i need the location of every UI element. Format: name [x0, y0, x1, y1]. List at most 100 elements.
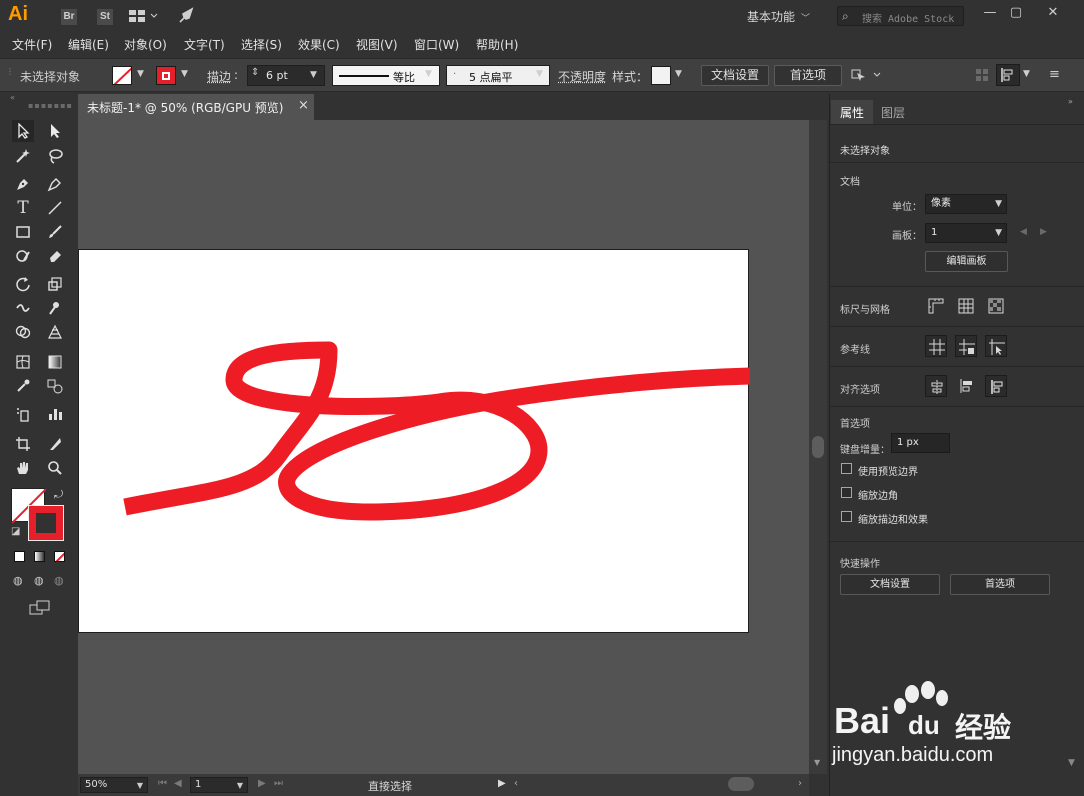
draw-normal-icon[interactable]: ◍: [13, 574, 23, 587]
lasso-tool-icon[interactable]: [44, 145, 66, 167]
preferences-button[interactable]: 首选项: [774, 65, 842, 86]
eraser-tool-icon[interactable]: [44, 245, 66, 267]
none-mode-icon[interactable]: [54, 551, 65, 562]
blend-tool-icon[interactable]: [44, 375, 66, 397]
variable-width-profile[interactable]: 等比: [332, 65, 440, 86]
use-preview-bounds-checkbox[interactable]: [841, 463, 852, 474]
menu-object[interactable]: 对象(O): [124, 36, 167, 53]
chevron-down-icon[interactable]: ▼: [675, 69, 682, 79]
eyedropper-tool-icon[interactable]: [12, 375, 34, 397]
menu-view[interactable]: 视图(V): [356, 36, 398, 53]
last-artboard-icon[interactable]: ⏭: [274, 778, 283, 789]
artboard-select[interactable]: 1 ▼: [925, 223, 1007, 243]
tab-layers[interactable]: 图层: [872, 100, 914, 124]
chevron-down-icon[interactable]: ▼: [137, 69, 144, 79]
edit-artboards-button[interactable]: 编辑画板: [925, 251, 1008, 272]
shaper-tool-icon[interactable]: [12, 245, 34, 267]
smart-guides-icon[interactable]: [985, 335, 1007, 357]
canvas-area[interactable]: [78, 120, 809, 774]
close-icon[interactable]: ✕: [1039, 4, 1067, 22]
bridge-icon[interactable]: Br: [61, 9, 77, 25]
graphic-style-swatch[interactable]: [651, 66, 671, 85]
chevron-down-icon[interactable]: ▼: [310, 70, 317, 80]
fill-swatch[interactable]: [112, 66, 132, 85]
selection-tool-icon[interactable]: [12, 120, 34, 142]
arrange-documents-icon[interactable]: [128, 8, 158, 27]
units-select[interactable]: 像素 ▼: [925, 194, 1007, 214]
stroke-swatch[interactable]: [156, 66, 176, 85]
collapse-icon[interactable]: «: [10, 93, 16, 102]
lock-guides-icon[interactable]: [955, 335, 977, 357]
direct-selection-tool-icon[interactable]: [44, 120, 66, 142]
stock-icon[interactable]: St: [97, 9, 113, 25]
zoom-tool-icon[interactable]: [44, 457, 66, 479]
quick-document-setup-button[interactable]: 文档设置: [840, 574, 940, 595]
gradient-mode-icon[interactable]: [34, 551, 45, 562]
vertical-scrollbar[interactable]: ▼: [809, 120, 827, 774]
pen-tool-icon[interactable]: [12, 173, 34, 195]
scroll-right-icon[interactable]: ›: [798, 778, 802, 789]
line-segment-tool-icon[interactable]: [44, 197, 66, 219]
menu-help[interactable]: 帮助(H): [476, 36, 518, 53]
slice-tool-icon[interactable]: [44, 433, 66, 455]
grid-icon[interactable]: [955, 295, 977, 317]
workspace-switcher[interactable]: 基本功能: [747, 8, 810, 25]
gradient-tool-icon[interactable]: [44, 351, 66, 373]
scale-tool-icon[interactable]: [44, 273, 66, 295]
show-guides-icon[interactable]: [925, 335, 947, 357]
next-artboard-icon[interactable]: ▶: [258, 778, 266, 789]
default-fill-stroke-icon[interactable]: ◪: [11, 526, 20, 537]
gpu-performance-icon[interactable]: [177, 6, 197, 29]
first-artboard-icon[interactable]: ⏮: [158, 778, 167, 789]
menu-type[interactable]: 文字(T): [184, 36, 225, 53]
menu-window[interactable]: 窗口(W): [414, 36, 459, 53]
stepper-icon[interactable]: ⇕: [251, 67, 259, 78]
type-tool-icon[interactable]: T: [12, 197, 34, 219]
align-to-selection-icon[interactable]: [925, 375, 947, 397]
status-menu-icon[interactable]: ▶: [498, 778, 506, 789]
transparency-grid-icon[interactable]: [985, 295, 1007, 317]
stroke-color-swatch[interactable]: [28, 505, 64, 541]
menu-file[interactable]: 文件(F): [12, 36, 52, 53]
symbol-sprayer-tool-icon[interactable]: [12, 403, 34, 425]
chevron-down-icon[interactable]: ▼: [237, 779, 243, 793]
vertical-scroll-thumb[interactable]: [812, 436, 824, 458]
hand-tool-icon[interactable]: [12, 457, 34, 479]
menu-edit[interactable]: 编辑(E): [68, 36, 109, 53]
artboard[interactable]: [78, 249, 751, 633]
grip-icon[interactable]: ⋮: [6, 67, 15, 76]
align-to-artboard-icon[interactable]: [985, 375, 1007, 397]
previous-artboard-icon[interactable]: ◀: [174, 778, 182, 789]
paintbrush-tool-icon[interactable]: [44, 221, 66, 243]
menu-effect[interactable]: 效果(C): [298, 36, 340, 53]
close-tab-icon[interactable]: ×: [298, 98, 309, 113]
rectangle-tool-icon[interactable]: [12, 221, 34, 243]
next-artboard-icon[interactable]: ▶: [1040, 227, 1047, 237]
horizontal-scroll-thumb[interactable]: [728, 777, 754, 791]
minimize-icon[interactable]: —: [976, 4, 1004, 22]
opacity-label[interactable]: 不透明度: [558, 68, 606, 85]
quick-preferences-button[interactable]: 首选项: [950, 574, 1050, 595]
color-mode-icon[interactable]: [14, 551, 25, 562]
previous-artboard-icon[interactable]: ◀: [1020, 227, 1027, 237]
ruler-icon[interactable]: [925, 295, 947, 317]
screen-mode-icon[interactable]: [29, 600, 51, 619]
perspective-grid-tool-icon[interactable]: [44, 321, 66, 343]
stock-search-input[interactable]: ⌕ 搜索 Adobe Stock: [837, 6, 964, 26]
chevron-down-icon[interactable]: ▼: [181, 69, 188, 79]
arrange-icon[interactable]: [975, 68, 989, 85]
zoom-field[interactable]: 50% ▼: [80, 777, 148, 793]
curvature-tool-icon[interactable]: [44, 173, 66, 195]
tab-properties[interactable]: 属性: [831, 100, 874, 124]
draw-behind-icon[interactable]: ◍: [34, 574, 44, 587]
mesh-tool-icon[interactable]: [12, 351, 34, 373]
document-setup-button[interactable]: 文档设置: [701, 65, 769, 86]
artboard-tool-icon[interactable]: [12, 433, 34, 455]
draw-inside-icon[interactable]: ◍: [54, 574, 64, 587]
stroke-label[interactable]: 描边: [207, 68, 231, 85]
artboard-navigation-field[interactable]: 1 ▼: [190, 777, 248, 793]
scale-corners-checkbox[interactable]: [841, 487, 852, 498]
align-to-key-object-icon[interactable]: [955, 375, 977, 397]
puppet-warp-tool-icon[interactable]: [44, 297, 66, 319]
scale-strokes-effects-checkbox[interactable]: [841, 511, 852, 522]
